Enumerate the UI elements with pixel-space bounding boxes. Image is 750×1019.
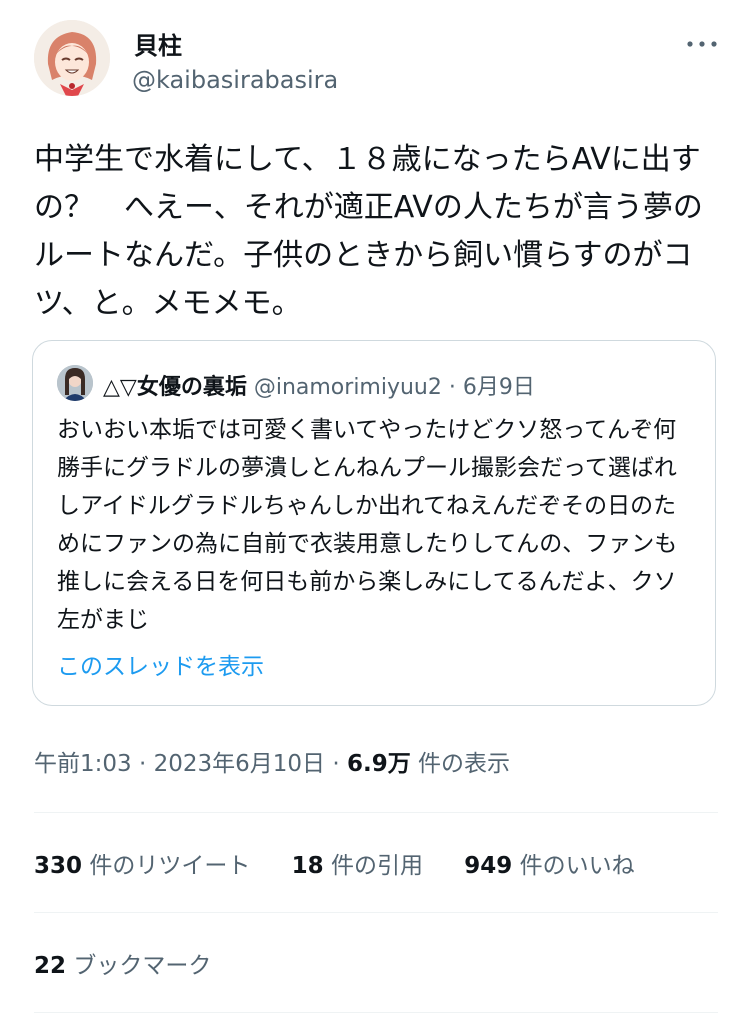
divider [34,812,718,813]
author-display-name[interactable]: 貝柱 [134,26,182,61]
engagement-stats: 330 件のリツイート 18 件の引用 949 件のいいね [34,846,669,880]
author-handle[interactable]: @kaibasirabasira [132,66,338,94]
bookmarks-stat[interactable]: 22 ブックマーク [34,946,211,980]
tweet-text: 中学生で水着にして、１８歳になったらAVに出すの？ へえー、それが適正AVの人た… [34,142,703,321]
quotes-label: 件の引用 [323,853,423,879]
quote-author-handle[interactable]: @inamorimiyuu2 [254,375,442,400]
likes-label: 件のいいね [512,853,635,879]
quote-date[interactable]: 6月9日 [463,375,535,400]
quote-text: おいおい本垢では可愛く書いてやったけどクソ怒ってんぞ何勝手にグラドルの夢潰しとん… [57,417,678,633]
tweet-date[interactable]: 2023年6月10日 [154,751,325,777]
meta-separator: · [325,751,347,777]
quotes-stat[interactable]: 18 件の引用 [292,846,423,880]
show-thread-link[interactable]: このスレッドを表示 [57,647,264,681]
photo-avatar-icon [57,365,93,401]
quote-author-name[interactable]: △▽女優の裏垢 [103,375,247,400]
views-count: 6.9万 [346,751,411,777]
quote-author-avatar[interactable] [57,365,93,401]
quotes-count: 18 [291,853,324,879]
likes-stat[interactable]: 949 件のいいね [464,846,634,880]
quoted-tweet-card[interactable]: △▽女優の裏垢 @inamorimiyuu2 · 6月9日 おいおい本垢では可愛… [32,340,716,706]
retweets-label: 件のリツイート [82,853,251,879]
divider [34,912,718,913]
tweet-meta: 午前1:03 · 2023年6月10日 · 6.9万 件の表示 [34,744,510,778]
bookmarks-label: ブックマーク [66,953,212,979]
meta-separator: · [131,751,154,777]
tweet-time[interactable]: 午前1:03 [34,751,132,777]
retweets-stat[interactable]: 330 件のリツイート [34,846,250,880]
likes-count: 949 [464,853,513,879]
author-avatar[interactable] [34,20,110,96]
anime-girl-avatar-icon [34,20,110,96]
quote-separator: · [441,375,463,400]
more-dots-icon[interactable] [684,32,720,56]
views-label: 件の表示 [410,751,511,777]
divider [34,1012,718,1013]
quote-header: △▽女優の裏垢 @inamorimiyuu2 · 6月9日 [103,369,535,401]
bookmarks-count: 22 [34,953,67,979]
retweets-count: 330 [34,853,83,879]
